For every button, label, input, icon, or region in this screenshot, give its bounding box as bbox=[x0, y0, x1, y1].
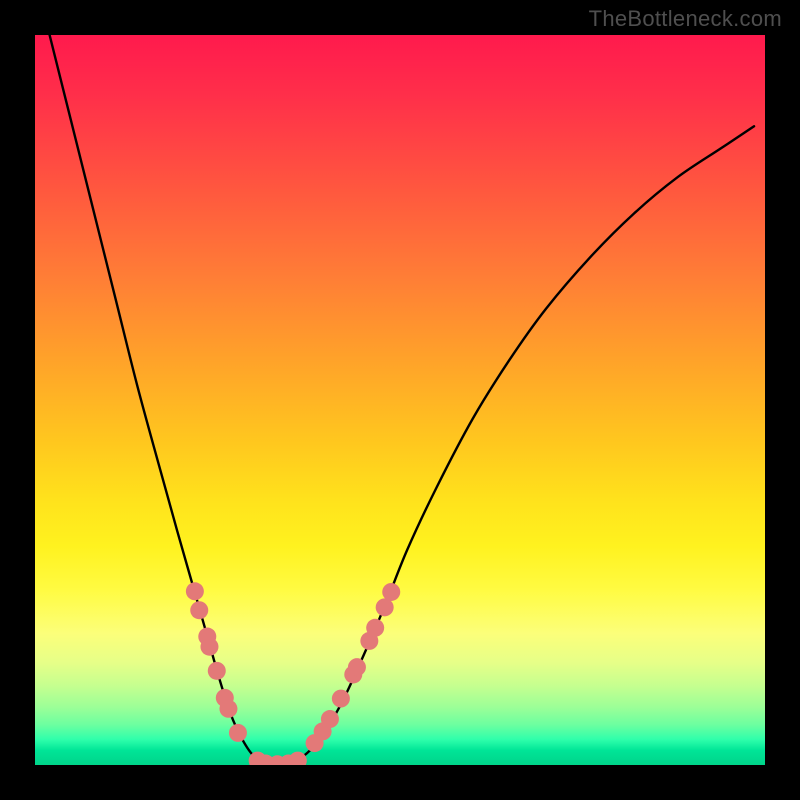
watermark-text: TheBottleneck.com bbox=[589, 6, 782, 32]
marker-right-5 bbox=[348, 658, 366, 676]
marker-left-0 bbox=[186, 582, 204, 600]
marker-left-4 bbox=[208, 662, 226, 680]
chart-frame: TheBottleneck.com bbox=[0, 0, 800, 800]
marker-left-6 bbox=[219, 700, 237, 718]
marker-right-9 bbox=[382, 583, 400, 601]
marker-left-1 bbox=[190, 601, 208, 619]
bottleneck-curve bbox=[50, 35, 754, 765]
marker-right-8 bbox=[376, 598, 394, 616]
plot-area bbox=[35, 35, 765, 765]
marker-bottom-4 bbox=[289, 752, 307, 765]
marker-right-3 bbox=[332, 690, 350, 708]
curve-svg bbox=[35, 35, 765, 765]
data-markers bbox=[186, 582, 400, 765]
marker-right-7 bbox=[366, 619, 384, 637]
marker-right-2 bbox=[321, 710, 339, 728]
marker-left-3 bbox=[200, 638, 218, 656]
marker-left-7 bbox=[229, 724, 247, 742]
